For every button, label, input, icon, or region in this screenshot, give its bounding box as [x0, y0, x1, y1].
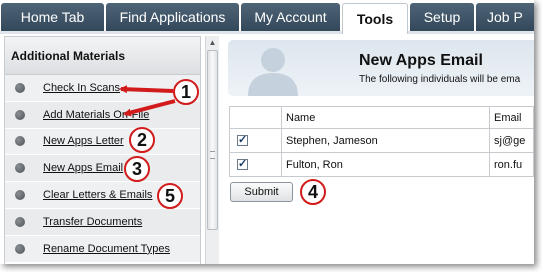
page-header: New Apps Email The following individuals… [228, 40, 534, 96]
app-window: Home Tab Find Applications My Account To… [0, 0, 534, 264]
tab-setup[interactable]: Setup [410, 3, 474, 31]
checkmark-icon: ✓ [238, 157, 248, 170]
table-row: ✓ Fulton, Ron ron.fu [229, 152, 534, 177]
page-title: New Apps Email [359, 52, 483, 69]
email-cell: ron.fu [489, 152, 534, 177]
tab-underline [0, 31, 534, 34]
bullet-icon [15, 82, 25, 93]
bullet-icon [15, 109, 25, 120]
sidebar: Additional Materials Check In Scans Add … [4, 36, 201, 264]
sidebar-title: Additional Materials [5, 37, 200, 75]
name-cell: Stephen, Jameson [281, 128, 490, 153]
sidebar-item-rename-document-types[interactable]: Rename Document Types [5, 235, 200, 263]
scrollbar-thumb[interactable] [207, 50, 218, 230]
row-select-cell: ✓ [229, 128, 282, 153]
sidebar-item-add-materials[interactable]: Add Materials On-File [5, 101, 200, 129]
tab-label: Home Tab [20, 9, 85, 25]
sidebar-item-label[interactable]: New Apps Email [43, 162, 123, 174]
sidebar-item-label[interactable]: New Apps Letter [43, 135, 124, 147]
checkmark-icon: ✓ [238, 133, 248, 146]
row-select-cell: ✓ [229, 152, 282, 177]
tab-bar: Home Tab Find Applications My Account To… [0, 0, 534, 34]
callout-badge-1: 1 [173, 79, 199, 105]
grip-icon [210, 151, 215, 159]
callout-badge-4: 4 [300, 179, 326, 205]
tab-label: Tools [356, 11, 394, 27]
sidebar-item-label[interactable]: Clear Letters & Emails [43, 189, 152, 201]
name-cell: Fulton, Ron [281, 152, 490, 177]
tab-home[interactable]: Home Tab [1, 3, 104, 31]
sidebar-item-transfer-documents[interactable]: Transfer Documents [5, 208, 200, 236]
sidebar-item-check-in-scans[interactable]: Check In Scans [5, 75, 200, 102]
tab-label: Job P [487, 9, 523, 25]
tab-job-postings[interactable]: Job P [476, 3, 534, 31]
tab-find-applications[interactable]: Find Applications [106, 3, 239, 31]
sidebar-item-label[interactable]: Add Materials On-File [43, 109, 149, 121]
callout-badge-5: 5 [157, 183, 183, 209]
tab-my-account[interactable]: My Account [241, 3, 340, 31]
sidebar-item-new-apps-email[interactable]: New Apps Email [5, 155, 200, 183]
sidebar-scrollbar[interactable]: ▲ [205, 36, 219, 264]
bullet-icon [15, 136, 25, 147]
bullet-icon [15, 243, 25, 254]
sidebar-item-label[interactable]: Check In Scans [43, 82, 120, 94]
column-header-name: Name [281, 106, 490, 129]
table-header-row: Name Email [229, 106, 534, 129]
recipients-table: Name Email ✓ Stephen, Jameson sj@ge ✓ Fu… [229, 106, 534, 177]
bullet-icon [15, 163, 25, 174]
sidebar-item-label[interactable]: Transfer Documents [43, 216, 142, 228]
sidebar-item-label[interactable]: Rename Document Types [43, 243, 170, 255]
sidebar-item-new-apps-letter[interactable]: New Apps Letter [5, 128, 200, 156]
column-header-email: Email [489, 106, 534, 129]
row-checkbox[interactable]: ✓ [237, 157, 248, 170]
callout-badge-2: 2 [129, 127, 155, 153]
column-header-select [229, 106, 282, 129]
tab-tools[interactable]: Tools [342, 3, 408, 34]
callout-badge-3: 3 [124, 156, 150, 182]
bullet-icon [15, 216, 25, 227]
bullet-icon [15, 190, 25, 201]
tab-label: My Account [254, 9, 327, 25]
person-silhouette-icon [248, 48, 298, 96]
sidebar-list: Check In Scans Add Materials On-File New… [5, 75, 200, 263]
tab-label: Find Applications [119, 9, 226, 25]
tab-label: Setup [423, 9, 461, 25]
row-checkbox[interactable]: ✓ [237, 133, 248, 146]
submit-button[interactable]: Submit [230, 182, 293, 202]
table-row: ✓ Stephen, Jameson sj@ge [229, 128, 534, 153]
email-cell: sj@ge [489, 128, 534, 153]
scroll-up-arrow-icon[interactable]: ▲ [206, 36, 219, 49]
page-subtitle: The following individuals will be ema [359, 74, 521, 85]
